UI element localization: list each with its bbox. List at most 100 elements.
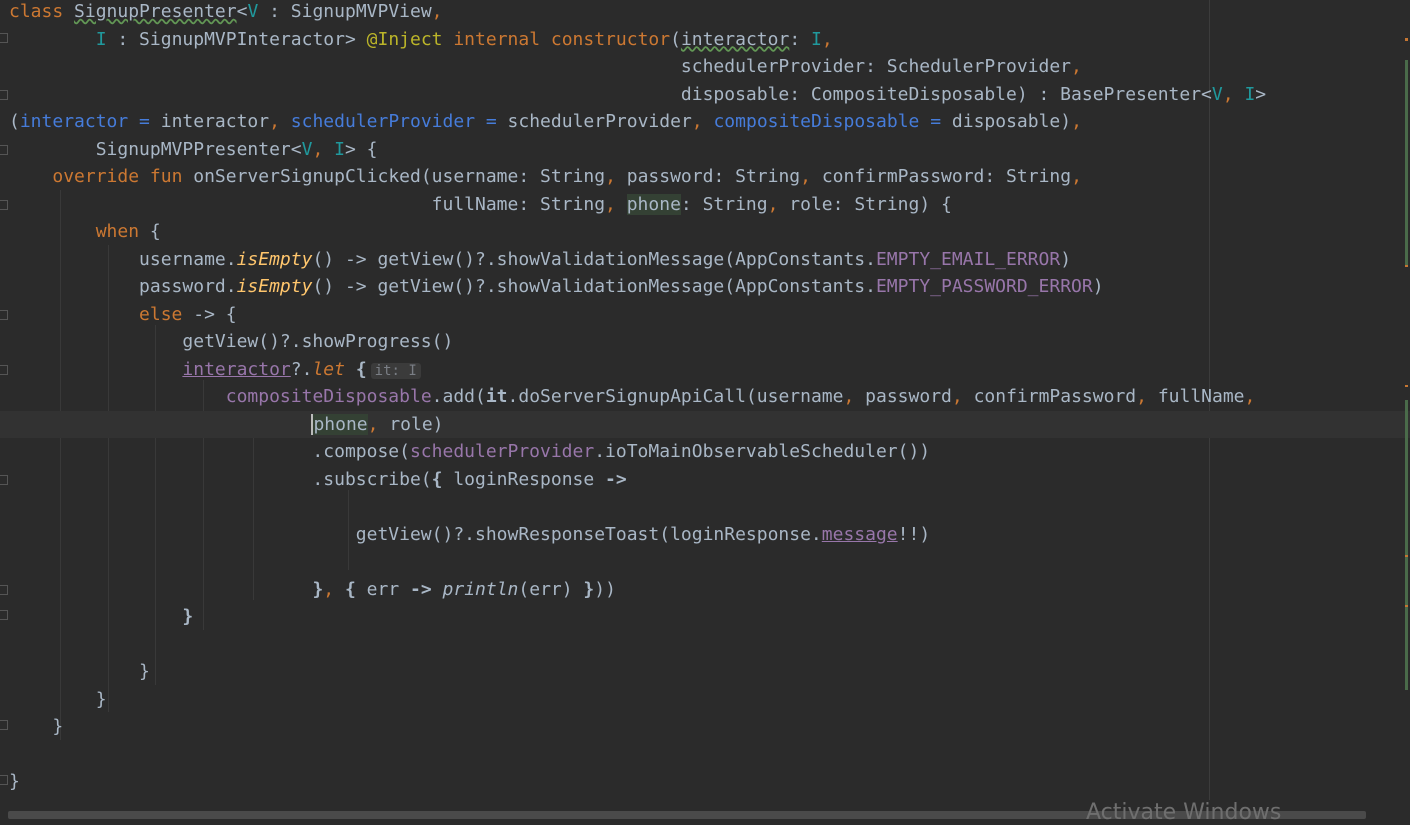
code-line[interactable]: phone, role) [0, 410, 1410, 438]
code-token: .ioToMainObservableScheduler()) [594, 441, 931, 462]
code-line[interactable]: class SignupPresenter<V : SignupMVPView, [0, 0, 1410, 25]
code-token: { [431, 468, 454, 490]
code-token: confirmPassword [973, 386, 1137, 407]
code-token: schedulerProvider: SchedulerProvider [9, 56, 1072, 77]
code-token: I [1244, 83, 1256, 105]
code-token: .add( [431, 386, 486, 407]
code-token: } [312, 578, 324, 600]
code-line[interactable]: I : SignupMVPInteractor> @Inject interna… [0, 26, 1410, 53]
code-line[interactable]: else -> { [0, 301, 1410, 328]
code-line[interactable] [0, 741, 1410, 768]
code-line[interactable]: } [0, 686, 1410, 713]
code-line[interactable]: fullName: String, phone: String, role: S… [0, 191, 1410, 218]
code-line[interactable] [0, 548, 1410, 575]
code-token: phone [626, 193, 681, 215]
code-line[interactable]: .subscribe({ loginResponse -> [0, 466, 1410, 493]
code-token: { [344, 578, 367, 600]
code-token: , [767, 193, 790, 215]
code-token: } [9, 661, 150, 682]
code-token: V [247, 1, 259, 22]
code-line[interactable]: }, { err -> println(err) })) [0, 576, 1410, 603]
code-token: , [1071, 111, 1082, 132]
code-line[interactable]: compositeDisposable.add(it.doServerSignu… [0, 383, 1410, 410]
code-token: I [95, 28, 107, 50]
code-token: , [843, 386, 866, 407]
code-token: } [9, 771, 20, 792]
code-token: fullName [1157, 386, 1245, 407]
stripe-mark[interactable] [1405, 385, 1408, 387]
code-token: : String [680, 193, 768, 215]
stripe-mark[interactable] [1405, 400, 1408, 690]
stripe-mark[interactable] [1405, 555, 1408, 557]
code-token: ) [1060, 248, 1072, 270]
code-token: compositeDisposable [225, 386, 432, 407]
code-token: password: String [626, 166, 801, 187]
stripe-mark[interactable] [1405, 38, 1408, 41]
code-token: } [182, 606, 194, 627]
code-line[interactable]: password.isEmpty() -> getView()?.showVal… [0, 273, 1410, 300]
code-token: > { [344, 138, 378, 160]
code-token: .doServerSignupApiCall(username [507, 386, 844, 407]
code-line[interactable]: (interactor = interactor, schedulerProvi… [0, 108, 1410, 135]
code-token: it [485, 386, 508, 407]
code-line[interactable]: SignupMVPPresenter<V, I> { [0, 136, 1410, 163]
code-editor[interactable]: class SignupPresenter<V : SignupMVPView,… [0, 0, 1410, 823]
code-token: } [9, 716, 64, 737]
code-line[interactable]: interactor?.let {it: I [0, 356, 1410, 383]
code-token: else [139, 303, 194, 325]
code-line[interactable]: override fun onServerSignupClicked(usern… [0, 163, 1410, 190]
code-token: interactor [182, 358, 291, 380]
code-line[interactable]: } [0, 768, 1410, 795]
code-token: !!) [897, 523, 931, 545]
code-token: EMPTY_EMAIL_ERROR [875, 248, 1061, 270]
code-token: -> [605, 468, 627, 490]
code-token: , [821, 28, 833, 50]
code-token: : [789, 28, 811, 50]
code-token: I [334, 138, 345, 160]
code-token: , [431, 1, 443, 22]
code-token: onServerSignupClicked(username: String [193, 166, 606, 187]
code-token: .subscribe( [9, 468, 432, 490]
code-line[interactable]: getView()?.showResponseToast(loginRespon… [0, 521, 1410, 548]
code-line[interactable]: disposable: CompositeDisposable) : BaseP… [0, 81, 1410, 108]
code-line[interactable]: .compose(schedulerProvider.ioToMainObser… [0, 438, 1410, 465]
code-token: disposable: CompositeDisposable) : BaseP… [9, 83, 1212, 105]
code-line[interactable]: when { [0, 218, 1410, 245]
code-token: , [1071, 56, 1082, 77]
error-stripe[interactable] [1402, 0, 1410, 800]
code-token: role) [389, 413, 444, 435]
stripe-mark[interactable] [1405, 60, 1408, 265]
code-line[interactable]: username.isEmpty() -> getView()?.showVal… [0, 246, 1410, 273]
code-token: isEmpty [236, 276, 313, 297]
code-token: override fun [52, 166, 194, 187]
code-token: class [9, 1, 75, 22]
stripe-mark[interactable] [1405, 265, 1408, 267]
stripe-mark[interactable] [1405, 605, 1408, 607]
code-token: , [691, 111, 714, 132]
code-token: , [951, 386, 974, 407]
code-token: , [1222, 83, 1245, 105]
code-token: when [95, 221, 150, 242]
code-token: println [442, 578, 519, 600]
code-token: () -> getView()?.showValidationMessage(A… [312, 248, 876, 270]
code-line[interactable]: } [0, 713, 1410, 740]
code-line[interactable]: schedulerProvider: SchedulerProvider, [0, 53, 1410, 80]
code-line[interactable]: } [0, 658, 1410, 685]
code-token: } [583, 578, 595, 600]
code-token: interactor [160, 111, 270, 132]
code-line[interactable]: getView()?.showProgress() [0, 328, 1410, 355]
code-token: , [605, 166, 627, 187]
code-token: V [1211, 83, 1223, 105]
code-token: loginResponse [453, 468, 606, 490]
code-line[interactable]: } [0, 603, 1410, 630]
code-line[interactable] [0, 493, 1410, 520]
code-token: schedulerProvider = [290, 111, 508, 132]
code-token: -> [410, 578, 443, 600]
code-token: schedulerProvider [507, 111, 692, 132]
code-token: p [311, 413, 325, 435]
code-token: schedulerProvider [409, 441, 595, 462]
code-line[interactable] [0, 631, 1410, 658]
